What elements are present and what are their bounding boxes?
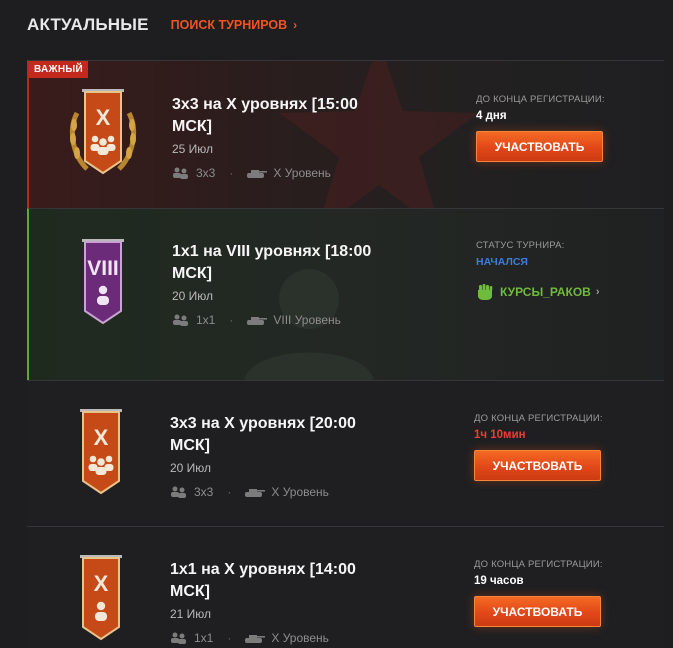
- tier-x-team-emblem: X: [67, 83, 139, 183]
- players-icon: [173, 167, 188, 179]
- tournament-search-link[interactable]: ПОИСК ТУРНИРОВ ›: [171, 18, 298, 32]
- players-icon: [171, 632, 186, 644]
- format-label: 1x1: [196, 313, 216, 327]
- important-badge: ВАЖНЫЙ: [29, 61, 88, 78]
- tournament-date: 25 Июл: [172, 142, 214, 156]
- tournament-card[interactable]: ВАЖНЫЙ X 3x3 на X уровнях [15:00 МСК] 25…: [27, 60, 664, 208]
- tournament-meta: 3x3 · X Уровень: [170, 485, 400, 499]
- participate-button[interactable]: УЧАСТВОВАТЬ: [474, 596, 601, 627]
- registration-label: ДО КОНЦА РЕГИСТРАЦИИ:: [476, 94, 605, 105]
- svg-text:X: X: [94, 425, 109, 450]
- tournament-title: 3x3 на X уровнях [15:00 МСК]: [172, 96, 358, 135]
- svg-text:X: X: [96, 105, 111, 130]
- meta-separator: ·: [229, 166, 234, 180]
- registration-label: ДО КОНЦА РЕГИСТРАЦИИ:: [474, 559, 603, 570]
- tier-viii-solo-emblem: VIII: [67, 233, 139, 333]
- registration-time: 1ч 10мин: [474, 429, 526, 441]
- tournament-card[interactable]: X 3x3 на X уровнях [20:00 МСК] 20 Июл 3x…: [27, 380, 664, 526]
- fist-icon: [478, 284, 493, 300]
- meta-separator: ·: [227, 631, 232, 645]
- tournament-date: 20 Июл: [170, 461, 212, 475]
- stream-link-label: КУРСЫ_РАКОВ: [500, 285, 591, 299]
- section-title: АКТУАЛЬНЫЕ: [27, 15, 149, 34]
- tier-label: X Уровень: [271, 485, 329, 499]
- format-label: 3x3: [196, 166, 216, 180]
- tier-x-solo-emblem: X: [65, 549, 137, 648]
- players-icon: [173, 314, 188, 326]
- chevron-right-icon: ›: [595, 286, 600, 298]
- tournament-meta: 3x3 · X Уровень: [172, 166, 402, 180]
- tournament-date: 21 Июл: [170, 607, 212, 621]
- tank-icon: [245, 489, 266, 497]
- section-header: АКТУАЛЬНЫЕ ПОИСК ТУРНИРОВ ›: [27, 12, 297, 38]
- registration-time: 19 часов: [474, 575, 524, 587]
- tournament-title: 1x1 на VIII уровнях [18:00 МСК]: [172, 243, 372, 282]
- tier-label: X Уровень: [273, 166, 331, 180]
- svg-text:X: X: [94, 571, 109, 596]
- players-icon: [171, 486, 186, 498]
- tournament-meta: 1x1 · X Уровень: [170, 631, 400, 645]
- format-label: 3x3: [194, 485, 214, 499]
- tank-icon: [247, 317, 268, 325]
- status-label: СТАТУС ТУРНИРА:: [476, 240, 565, 251]
- tank-icon: [247, 170, 268, 178]
- tournament-card[interactable]: X 1x1 на X уровнях [14:00 МСК] 21 Июл 1x…: [27, 526, 664, 648]
- stream-link[interactable]: КУРСЫ_РАКОВ ›: [476, 284, 656, 300]
- registration-time: 4 дня: [476, 110, 507, 122]
- tier-label: X Уровень: [271, 631, 329, 645]
- meta-separator: ·: [227, 485, 232, 499]
- format-label: 1x1: [194, 631, 214, 645]
- participate-button[interactable]: УЧАСТВОВАТЬ: [476, 131, 603, 162]
- meta-separator: ·: [229, 313, 234, 327]
- tank-icon: [245, 635, 266, 643]
- tournament-card[interactable]: VIII 1x1 на VIII уровнях [18:00 МСК] 20 …: [27, 208, 664, 380]
- tier-x-team-emblem: X: [65, 403, 137, 503]
- tournament-meta: 1x1 · VIII Уровень: [172, 313, 402, 327]
- tournament-date: 20 Июл: [172, 289, 214, 303]
- participate-button[interactable]: УЧАСТВОВАТЬ: [474, 450, 601, 481]
- status-value: НАЧАЛСЯ: [476, 256, 528, 268]
- tier-label: VIII Уровень: [273, 313, 341, 327]
- tournament-search-label: ПОИСК ТУРНИРОВ: [170, 18, 288, 32]
- chevron-right-icon: ›: [293, 18, 298, 32]
- tournament-title: 3x3 на X уровнях [20:00 МСК]: [170, 415, 356, 454]
- tournament-title: 1x1 на X уровнях [14:00 МСК]: [170, 561, 356, 600]
- svg-text:VIII: VIII: [87, 257, 119, 280]
- registration-label: ДО КОНЦА РЕГИСТРАЦИИ:: [474, 413, 603, 424]
